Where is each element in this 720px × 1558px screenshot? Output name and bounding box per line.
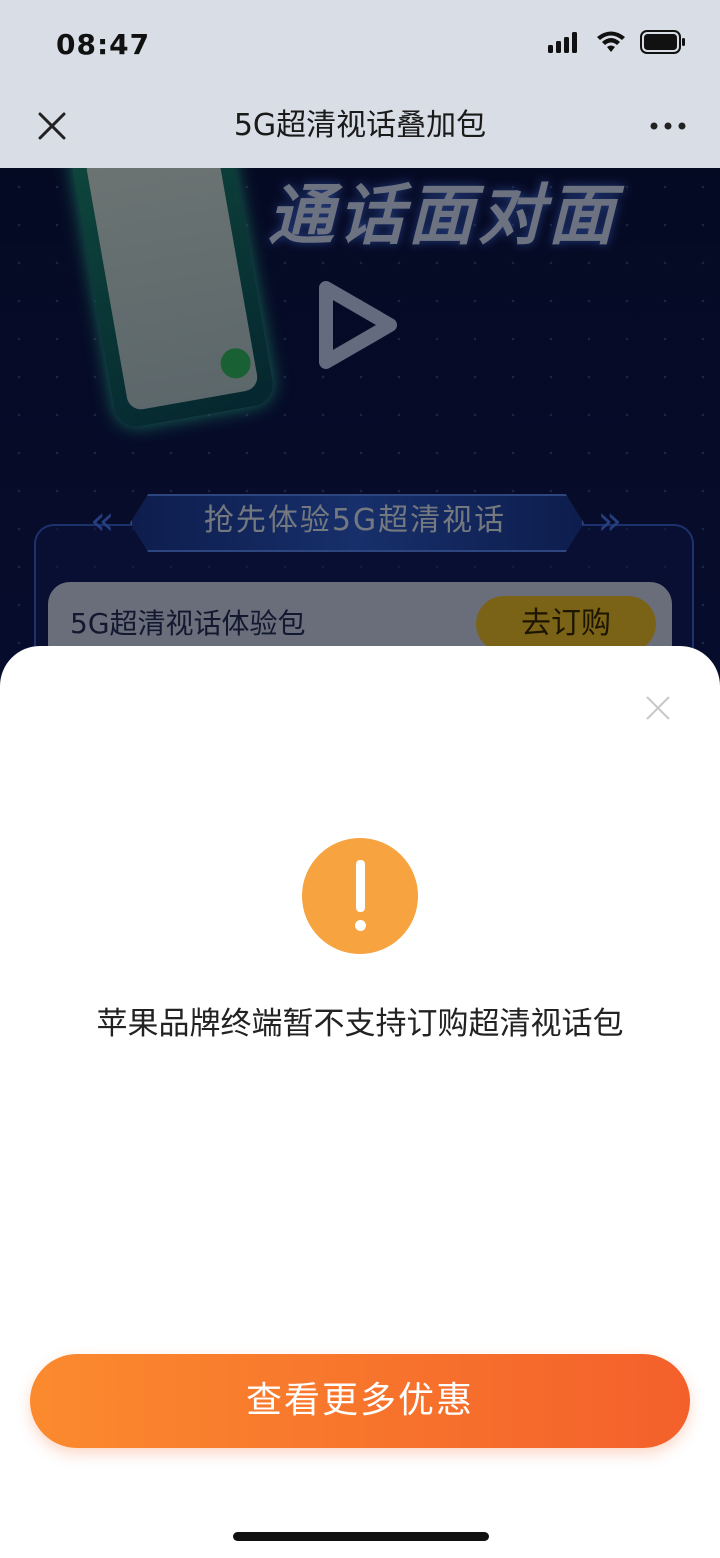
warning-icon-bar	[356, 860, 365, 912]
page-title: 5G超清视话叠加包	[233, 108, 487, 143]
alert-message: 苹果品牌终端暂不支持订购超清视话包	[96, 1006, 624, 1042]
warning-icon	[302, 838, 418, 954]
top-bar: 08:47 5G超清视话叠加包	[0, 0, 720, 168]
more-options-icon[interactable]	[646, 106, 690, 146]
view-more-offers-button[interactable]: 查看更多优惠	[30, 1354, 690, 1448]
battery-icon	[640, 30, 685, 54]
wifi-icon	[597, 31, 625, 52]
status-time: 08:47	[56, 28, 151, 61]
close-icon[interactable]	[644, 694, 672, 722]
status-icons	[548, 30, 686, 54]
warning-icon-dot	[355, 920, 366, 931]
alert-sheet: 苹果品牌终端暂不支持订购超清视话包 查看更多优惠	[0, 646, 720, 1558]
home-indicator	[233, 1532, 489, 1541]
signal-icon	[548, 32, 577, 53]
